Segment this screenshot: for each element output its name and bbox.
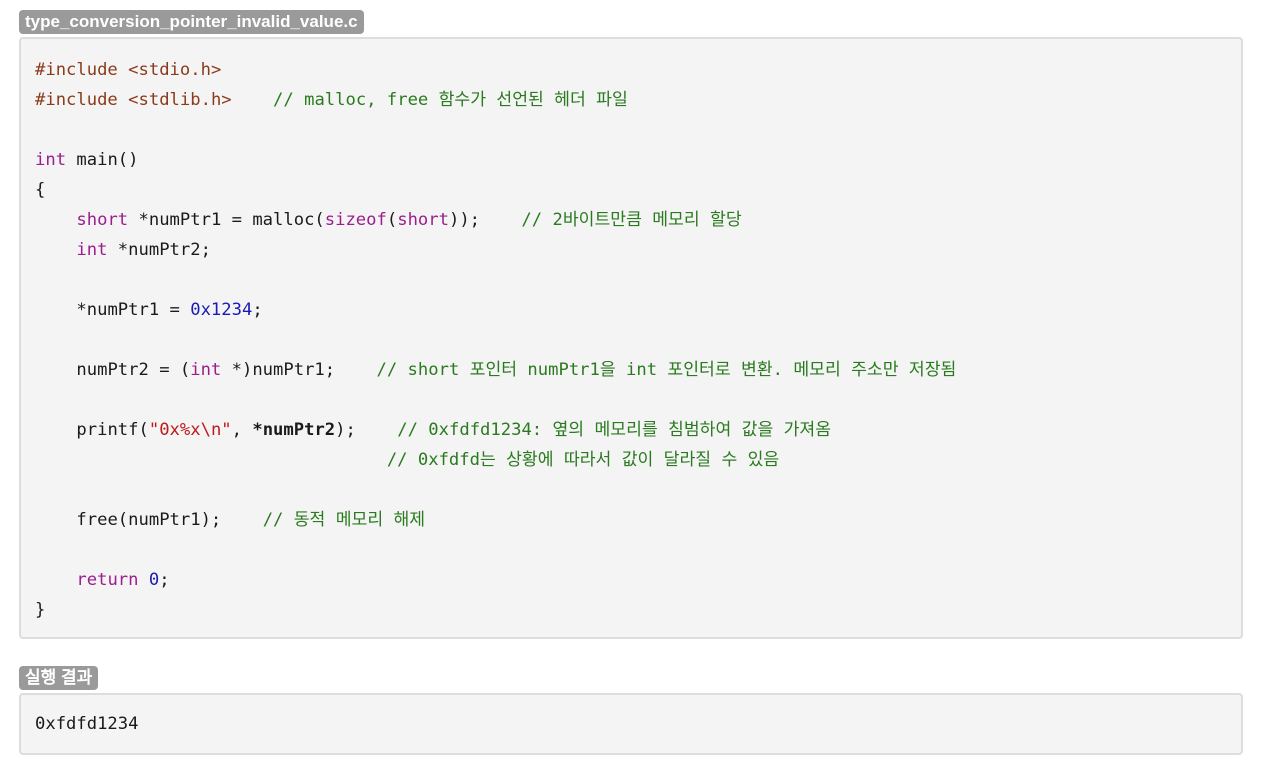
- keyword: int: [35, 150, 67, 170]
- include-header: <stdio.h>: [128, 60, 222, 80]
- code-text: printf(: [76, 420, 149, 440]
- code-text: *numPtr1 =: [76, 300, 191, 320]
- keyword: int: [190, 360, 222, 380]
- code-comment: // 동적 메모리 해제: [262, 510, 426, 530]
- code-text: ;: [252, 300, 263, 320]
- code-comment: // 0xfdfd1234: 옆의 메모리를 침범하여 값을 가져옴: [397, 420, 832, 440]
- code-line-2: #include <stdlib.h> // malloc, free 함수가 …: [35, 85, 956, 115]
- code-comment: // 2바이트만큼 메모리 할당: [521, 210, 742, 230]
- code-text: ));: [448, 210, 481, 230]
- code-text: *numPtr2;: [107, 240, 211, 260]
- code-text: {: [35, 180, 46, 200]
- code-comment: // short 포인터 numPtr1을 int 포인터로 변환. 메모리 주…: [376, 360, 957, 380]
- code-text: }: [35, 600, 46, 620]
- code-comment: // 0xfdfd는 상황에 따라서 값이 달라질 수 있음: [386, 450, 780, 470]
- code-text: (: [386, 210, 398, 230]
- result-label: 실행 결과: [19, 666, 99, 690]
- keyword: return: [76, 570, 139, 590]
- output-block: 0xfdfd1234: [19, 693, 1243, 755]
- code-text: *)numPtr1;: [221, 360, 336, 380]
- number-literal: 0: [148, 570, 160, 590]
- code-text: free(numPtr1);: [76, 510, 222, 530]
- code-line-4: int main(): [35, 145, 956, 175]
- string-literal: ": [221, 420, 232, 440]
- escape-sequence: \n: [200, 420, 222, 440]
- number-literal: 0x1234: [190, 300, 253, 320]
- preprocessor-directive: #include: [35, 60, 118, 80]
- code-text: *numPtr2: [252, 420, 336, 440]
- code-line-6: short *numPtr1 = malloc(sizeof(short)); …: [35, 205, 956, 235]
- file-name-label: type_conversion_pointer_invalid_value.c: [19, 10, 364, 34]
- code-line-1: #include <stdio.h>: [35, 55, 956, 85]
- code-text: ;: [159, 570, 170, 590]
- code-line-7: int *numPtr2;: [35, 235, 956, 265]
- code-line-5: {: [35, 175, 956, 205]
- code-text: numPtr2 = (: [76, 360, 191, 380]
- keyword: short: [76, 210, 129, 230]
- code-comment: // malloc, free 함수가 선언된 헤더 파일: [273, 90, 628, 110]
- string-literal: "0x%x: [148, 420, 201, 440]
- preprocessor-directive: #include: [35, 90, 118, 110]
- code-line-9: *numPtr1 = 0x1234;: [35, 295, 956, 325]
- keyword: sizeof: [324, 210, 387, 230]
- code-line-11: numPtr2 = (int *)numPtr1; // short 포인터 n…: [35, 355, 956, 385]
- code-listing: #include <stdio.h> #include <stdlib.h> /…: [35, 55, 956, 625]
- code-line-16: free(numPtr1); // 동적 메모리 해제: [35, 505, 956, 535]
- code-line-19: }: [35, 595, 956, 625]
- keyword: int: [76, 240, 108, 260]
- code-line-18: return 0;: [35, 565, 956, 595]
- code-block: #include <stdio.h> #include <stdlib.h> /…: [19, 37, 1243, 639]
- program-output: 0xfdfd1234: [35, 714, 139, 734]
- code-text: ,: [231, 420, 253, 440]
- include-header: <stdlib.h>: [128, 90, 232, 110]
- code-text: *numPtr1 = malloc(: [128, 210, 325, 230]
- code-text: );: [335, 420, 356, 440]
- code-line-14: // 0xfdfd는 상황에 따라서 값이 달라질 수 있음: [35, 445, 956, 475]
- keyword: short: [397, 210, 449, 230]
- code-line-13: printf("0x%x\n", *numPtr2); // 0xfdfd123…: [35, 415, 956, 445]
- code-text: main(): [66, 150, 139, 170]
